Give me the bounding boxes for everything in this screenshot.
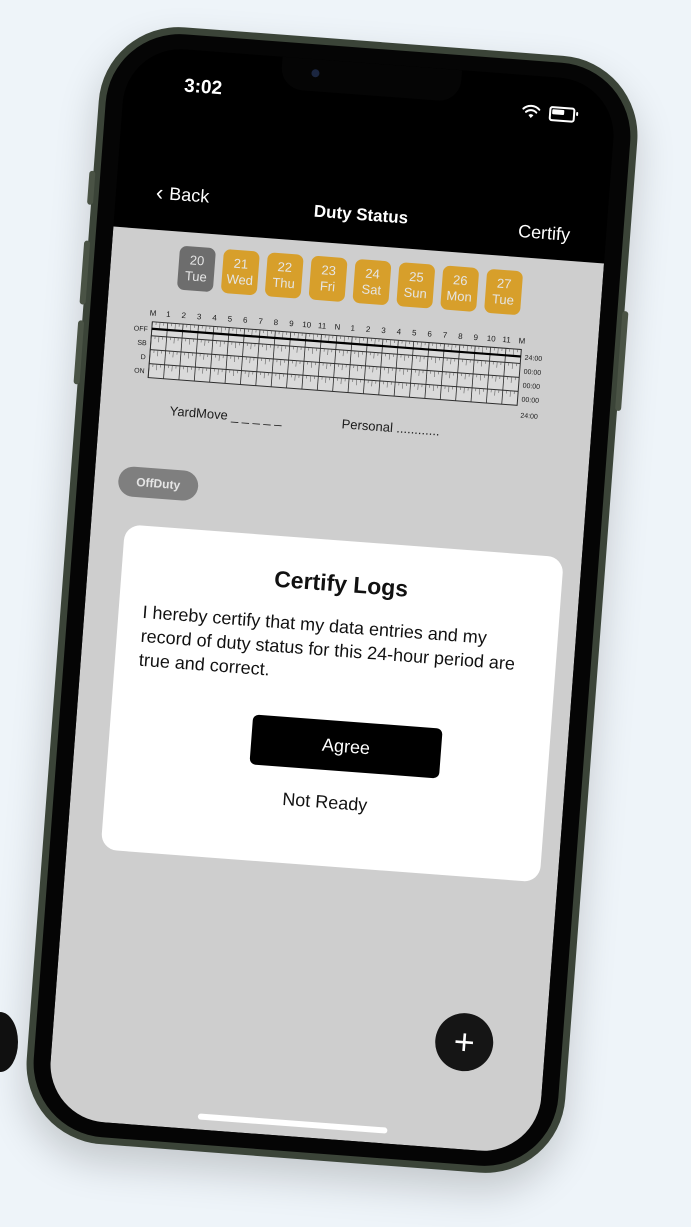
phone-mockup: 3:02 ‹ Back Duty Status Certify 20 Tue 21 W… xyxy=(20,21,644,1179)
plus-icon: + xyxy=(452,1020,477,1063)
dialog-message: I hereby certify that my data entries an… xyxy=(138,601,516,680)
battery-icon xyxy=(548,105,576,123)
status-time: 3:02 xyxy=(183,75,223,100)
camera-icon xyxy=(311,68,320,78)
certify-dialog: Certify Logs I hereby certify that my da… xyxy=(100,524,564,883)
status-icons xyxy=(521,103,576,123)
wifi-icon xyxy=(522,104,541,119)
stage: 3:02 ‹ Back Duty Status Certify 20 Tue 21 W… xyxy=(0,0,691,1227)
phone-screen: 3:02 ‹ Back Duty Status Certify 20 Tue 21 W… xyxy=(46,45,618,1155)
certify-button[interactable]: Certify xyxy=(517,221,570,246)
background-fragment xyxy=(0,1012,18,1072)
not-ready-button[interactable]: Not Ready xyxy=(105,776,545,830)
agree-button[interactable]: Agree xyxy=(249,714,443,779)
